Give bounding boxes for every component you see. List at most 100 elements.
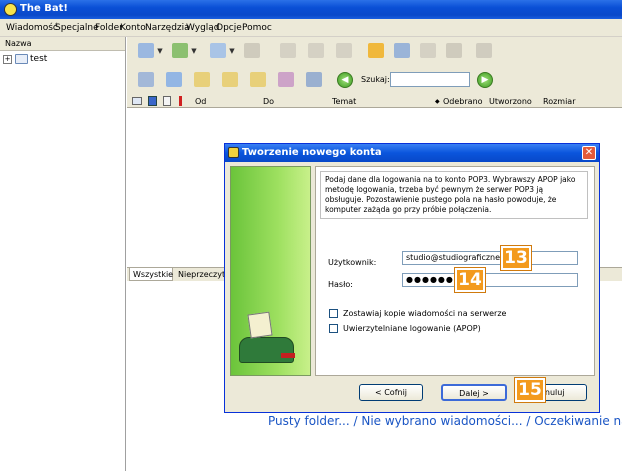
search-label: Szukaj:: [361, 75, 390, 84]
column-from[interactable]: Od: [195, 97, 206, 106]
spellcheck-button[interactable]: [365, 41, 387, 61]
mailbox-flag-icon: [281, 353, 295, 358]
close-icon[interactable]: ✕: [582, 146, 596, 160]
folder-remove-button[interactable]: [247, 70, 269, 90]
search-go-icon[interactable]: ▶: [477, 72, 493, 88]
delete-button[interactable]: [473, 41, 495, 61]
attachment-column-icon[interactable]: [163, 96, 171, 106]
tab-unread-label: Nieprzeczytan: [178, 270, 225, 279]
apop-label: Uwierzytelniane logowanie (APOP): [343, 324, 481, 333]
next-button[interactable]: Dalej >: [441, 384, 507, 401]
mailbox-icon: [239, 337, 294, 363]
column-to[interactable]: Do: [263, 97, 274, 106]
filters-button[interactable]: [275, 70, 297, 90]
send-mail-dropdown[interactable]: ▼: [191, 41, 197, 61]
contacts-icon: [138, 72, 154, 87]
title-bar: The Bat!: [0, 0, 622, 19]
reply-icon: [244, 43, 260, 58]
find-button[interactable]: [391, 41, 413, 61]
menu-konto[interactable]: Konto: [120, 23, 146, 33]
address-button[interactable]: [135, 70, 157, 90]
new-message-dropdown[interactable]: ▼: [229, 41, 235, 61]
folder-plus-icon: [222, 72, 238, 87]
priority-column-icon[interactable]: [148, 96, 157, 106]
tab-unread[interactable]: Nieprzeczytan: [175, 268, 225, 281]
folder-pane: Nazwa + test: [0, 37, 126, 471]
toolbar-main: ▼ ▼ ▼: [127, 37, 622, 66]
abc-icon: [368, 43, 384, 58]
column-subject[interactable]: Temat: [332, 97, 356, 106]
flag-column-icon[interactable]: [179, 96, 182, 106]
forward-icon: [308, 43, 324, 58]
folder-properties-button[interactable]: [163, 70, 185, 90]
get-mail-dropdown[interactable]: ▼: [157, 41, 163, 61]
stamp-icon: [247, 311, 273, 339]
dialog-title: Tworzenie nowego konta: [242, 147, 382, 158]
trash-icon: [476, 43, 492, 58]
password-label: Hasło:: [328, 280, 353, 289]
envelope-down-icon: [138, 43, 154, 58]
filter-icon: [278, 72, 294, 87]
send-mail-button[interactable]: [169, 41, 191, 61]
columns-icon: [306, 72, 322, 87]
print-button[interactable]: [443, 41, 465, 61]
column-received[interactable]: Odebrano: [443, 97, 483, 106]
folder-minus-icon: [250, 72, 266, 87]
folder-new-icon: [194, 72, 210, 87]
envelope-column-icon[interactable]: [132, 97, 142, 105]
keep-copies-label: Zostawiaj kopie wiadomości na serwerze: [343, 309, 507, 318]
back-button[interactable]: < Cofnij: [359, 384, 423, 401]
tab-all[interactable]: Wszystkie: [129, 268, 173, 281]
forward-button[interactable]: [305, 41, 327, 61]
dialog-bat-icon: [228, 147, 239, 158]
reply-all-button[interactable]: [277, 41, 299, 61]
dialog-title-bar: Tworzenie nowego konta ✕: [225, 144, 599, 162]
menu-specjalne[interactable]: Specjalne: [55, 23, 99, 33]
folder-icon: [15, 54, 28, 64]
reply-all-icon: [280, 43, 296, 58]
toolbar-secondary: ◀ Szukaj: ▶: [127, 66, 622, 95]
folder-name: test: [30, 54, 48, 64]
keep-copies-checkbox[interactable]: [329, 309, 338, 318]
menu-narzedzia[interactable]: Narzędzia: [145, 23, 190, 33]
folder-gear-icon: [166, 72, 182, 87]
columns-button[interactable]: [303, 70, 325, 90]
menu-wiadomosc[interactable]: Wiadomość: [6, 23, 58, 33]
column-created[interactable]: Utworzono: [489, 97, 532, 106]
reply-button[interactable]: [241, 41, 263, 61]
tab-all-label: Wszystkie: [133, 270, 174, 279]
search-input[interactable]: [390, 72, 470, 87]
envelope-up-icon: [172, 43, 188, 58]
folder-header-label: Nazwa: [5, 39, 32, 48]
get-mail-button[interactable]: [135, 41, 157, 61]
apop-checkbox[interactable]: [329, 324, 338, 333]
search-back-icon[interactable]: ◀: [337, 72, 353, 88]
menu-folder[interactable]: Folder: [95, 23, 123, 33]
new-message-button[interactable]: [207, 41, 229, 61]
badge-14: 14: [455, 268, 485, 292]
menu-wyglad[interactable]: Wygląd: [186, 23, 220, 33]
pencil-icon: [210, 43, 226, 58]
folder-item[interactable]: + test: [3, 54, 93, 66]
username-input[interactable]: studio@studiograficzne.com: [402, 251, 578, 265]
menu-pomoc[interactable]: Pomoc: [242, 23, 272, 33]
password-input[interactable]: ●●●●●●●●●: [402, 273, 578, 287]
address-book-icon: [420, 43, 436, 58]
magnifier-icon: [394, 43, 410, 58]
menu-opcje[interactable]: Opcje: [216, 23, 242, 33]
window-title: The Bat!: [20, 3, 68, 14]
redirect-button[interactable]: [333, 41, 355, 61]
column-size[interactable]: Rozmiar: [543, 97, 576, 106]
redirect-icon: [336, 43, 352, 58]
expand-icon[interactable]: +: [3, 55, 12, 64]
folder-add-button[interactable]: [219, 70, 241, 90]
folder-pane-header: Nazwa: [0, 37, 125, 51]
badge-13: 13: [501, 246, 531, 270]
bat-logo-icon: [4, 3, 17, 16]
sort-indicator-icon: ◆: [435, 98, 440, 105]
user-label: Użytkownik:: [328, 258, 377, 267]
info-text: Podaj dane dla logowania na to konto POP…: [320, 171, 588, 219]
address-book-button[interactable]: [417, 41, 439, 61]
printer-icon: [446, 43, 462, 58]
new-folder-button[interactable]: [191, 70, 213, 90]
